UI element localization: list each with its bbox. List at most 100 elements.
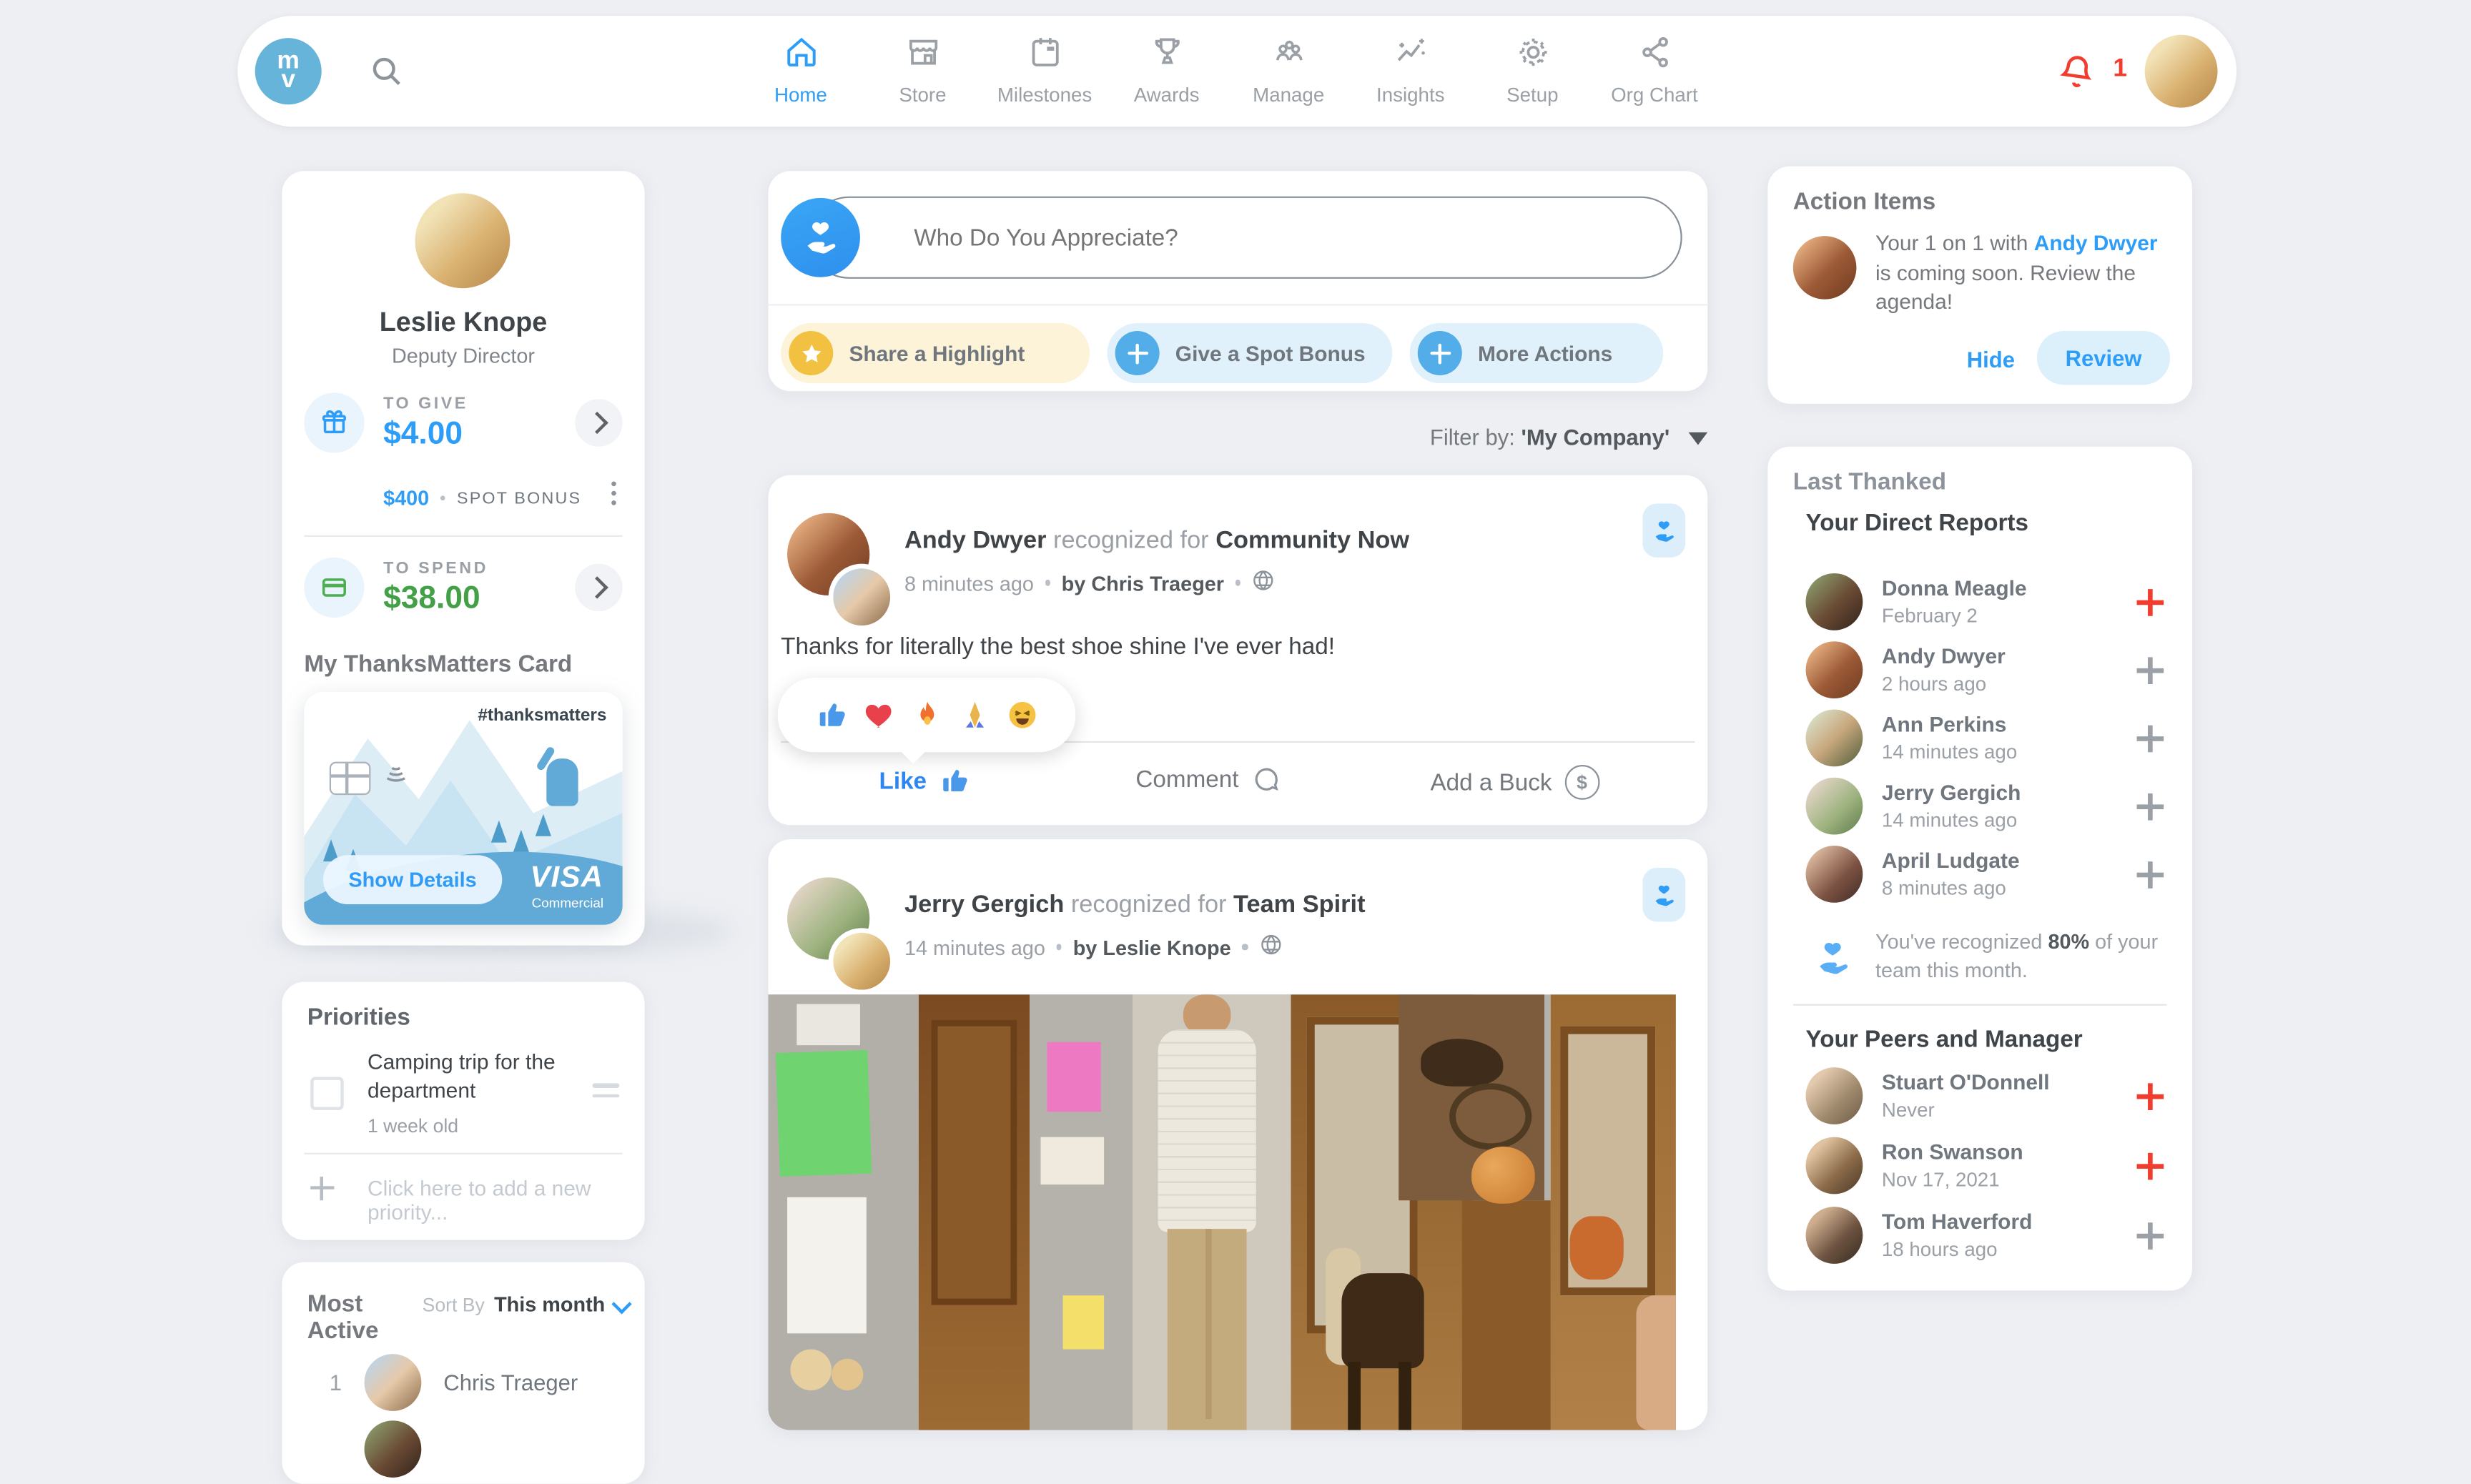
heart-reaction[interactable] [862, 698, 896, 732]
nav-awards[interactable]: Awards [1105, 34, 1228, 106]
person-name[interactable]: Andy Dwyer [1882, 645, 2006, 668]
spot-bonus-row: $400 SPOT BONUS [383, 486, 581, 510]
add-appreciation-icon[interactable] [2136, 657, 2164, 685]
dot-separator [1242, 944, 1248, 950]
add-appreciation-icon[interactable] [2136, 793, 2164, 821]
person-name[interactable]: Ron Swanson [1882, 1140, 2023, 1164]
add-appreciation-icon[interactable] [2136, 1152, 2164, 1180]
nav-store[interactable]: Store [862, 34, 984, 107]
person-name[interactable]: Ann Perkins [1882, 713, 2007, 736]
recognition-badge-icon [1642, 868, 1686, 922]
add-a-buck-button[interactable]: Add a Buck $ [1430, 765, 1599, 800]
priority-checkbox[interactable] [310, 1077, 344, 1110]
avatar-chris-traeger[interactable] [364, 1354, 422, 1411]
post-recipient[interactable]: Andy Dwyer [904, 528, 1046, 555]
heart-hand-icon [1812, 938, 1853, 987]
person-name[interactable]: Donna Meagle [1882, 576, 2027, 600]
nav-milestones[interactable]: Milestones [984, 34, 1106, 106]
avatar-april-ludgate[interactable] [1805, 846, 1863, 903]
main-nav: Home Store Milestones Awards Manage Insi… [740, 34, 1716, 107]
feed-filter-dropdown[interactable]: Filter by: 'My Company' [768, 424, 1708, 450]
nav-home[interactable]: Home [740, 34, 862, 106]
feed-post: Jerry Gergich recognized for Team Spirit… [768, 839, 1708, 1430]
post-title: Jerry Gergich recognized for Team Spirit [904, 891, 1366, 919]
laughing-reaction[interactable] [1005, 698, 1039, 732]
show-details-button[interactable]: Show Details [322, 855, 503, 904]
chevron-right-icon [586, 411, 608, 435]
kebab-menu-icon[interactable] [611, 481, 616, 506]
person-name[interactable]: Tom Haverford [1882, 1210, 2032, 1234]
avatar-jerry-gergich[interactable] [1805, 777, 1863, 835]
avatar-leslie-knope[interactable] [828, 928, 895, 995]
avatar-chris-traeger[interactable] [828, 563, 895, 630]
like-button[interactable]: Like [879, 765, 972, 796]
add-appreciation-icon[interactable] [2136, 1222, 2164, 1250]
motivosity-logo[interactable]: m v [255, 38, 322, 105]
profile-avatar[interactable] [415, 193, 511, 289]
hide-button[interactable]: Hide [1967, 347, 2015, 372]
action-item-person-link[interactable]: Andy Dwyer [2034, 231, 2158, 254]
action-items-title: Action Items [1792, 188, 1936, 216]
avatar-donna-meagle[interactable] [1805, 573, 1863, 630]
thumbs-up-reaction[interactable] [815, 698, 849, 732]
divider [304, 1152, 623, 1155]
avatar-tom-haverford[interactable] [1805, 1207, 1863, 1264]
to-give-chevron-button[interactable] [575, 399, 623, 447]
avatar-ron-swanson[interactable] [1805, 1137, 1863, 1194]
add-priority-input[interactable]: Click here to add a new priority... [368, 1177, 645, 1224]
appreciate-input[interactable] [807, 196, 1682, 279]
fire-reaction[interactable] [910, 698, 944, 732]
avatar-next-person[interactable] [364, 1420, 422, 1478]
avatar-andy-dwyer[interactable] [1805, 641, 1863, 698]
recognition-progress-note: You've recognized 80% of your team this … [1875, 929, 2159, 982]
review-button[interactable]: Review [2036, 331, 2171, 385]
avatar-ann-perkins[interactable] [1805, 709, 1863, 767]
post-value[interactable]: Team Spirit [1233, 891, 1365, 919]
nav-org-chart[interactable]: Org Chart [1594, 34, 1716, 106]
add-appreciation-icon[interactable] [2136, 725, 2164, 753]
more-actions-label: More Actions [1477, 341, 1613, 365]
add-appreciation-icon[interactable] [2136, 589, 2164, 616]
to-spend-chevron-button[interactable] [575, 563, 623, 612]
nav-manage[interactable]: Manage [1228, 34, 1350, 106]
avatar-stuart-odonnell[interactable] [1805, 1067, 1863, 1124]
priority-text[interactable]: Camping trip for the department [368, 1049, 576, 1106]
person-name[interactable]: Stuart O'Donnell [1882, 1071, 2050, 1094]
contactless-icon [380, 763, 409, 800]
notification-count[interactable]: 1 [2113, 56, 2127, 84]
sort-by-dropdown[interactable]: This month [494, 1292, 605, 1316]
drag-handle-icon[interactable] [592, 1083, 620, 1098]
person-name[interactable]: April Ludgate [1882, 849, 2020, 872]
notification-bell-icon[interactable] [2056, 51, 2098, 92]
chevron-down-icon[interactable] [611, 1294, 632, 1315]
add-appreciation-icon[interactable] [2136, 1083, 2164, 1110]
divider [768, 304, 1708, 306]
comment-button[interactable]: Comment [1135, 765, 1281, 795]
avatar-andy-dwyer[interactable] [1792, 236, 1857, 300]
appreciation-heart-hand-icon[interactable] [781, 197, 860, 277]
post-time: 8 minutes ago [904, 570, 1034, 595]
add-priority-plus-icon[interactable] [310, 1177, 335, 1201]
search-icon[interactable] [368, 52, 405, 90]
most-active-name[interactable]: Chris Traeger [443, 1370, 578, 1395]
praying-hands-reaction[interactable] [957, 698, 991, 732]
more-actions-button[interactable]: More Actions [1409, 322, 1664, 384]
nav-store-label: Store [899, 84, 947, 107]
home-icon [781, 34, 819, 79]
like-label: Like [879, 767, 927, 795]
spot-bonus-amount: $400 [383, 486, 430, 510]
add-appreciation-icon[interactable] [2136, 861, 2164, 889]
post-value[interactable]: Community Now [1215, 528, 1409, 555]
share-highlight-button[interactable]: Share a Highlight [781, 322, 1090, 384]
dot-separator [1056, 944, 1062, 950]
filter-prefix: Filter by: [1429, 424, 1515, 450]
nav-insights[interactable]: Insights [1350, 34, 1472, 106]
to-spend-row: TO SPEND $38.00 [304, 557, 623, 618]
person-name[interactable]: Jerry Gergich [1882, 781, 2021, 804]
post-image[interactable] [768, 994, 1676, 1430]
give-spot-bonus-button[interactable]: Give a Spot Bonus [1107, 322, 1393, 384]
post-recipient[interactable]: Jerry Gergich [904, 891, 1064, 919]
nav-setup[interactable]: Setup [1471, 34, 1594, 106]
user-avatar[interactable] [2129, 19, 2234, 124]
thumbs-up-icon [943, 769, 967, 791]
